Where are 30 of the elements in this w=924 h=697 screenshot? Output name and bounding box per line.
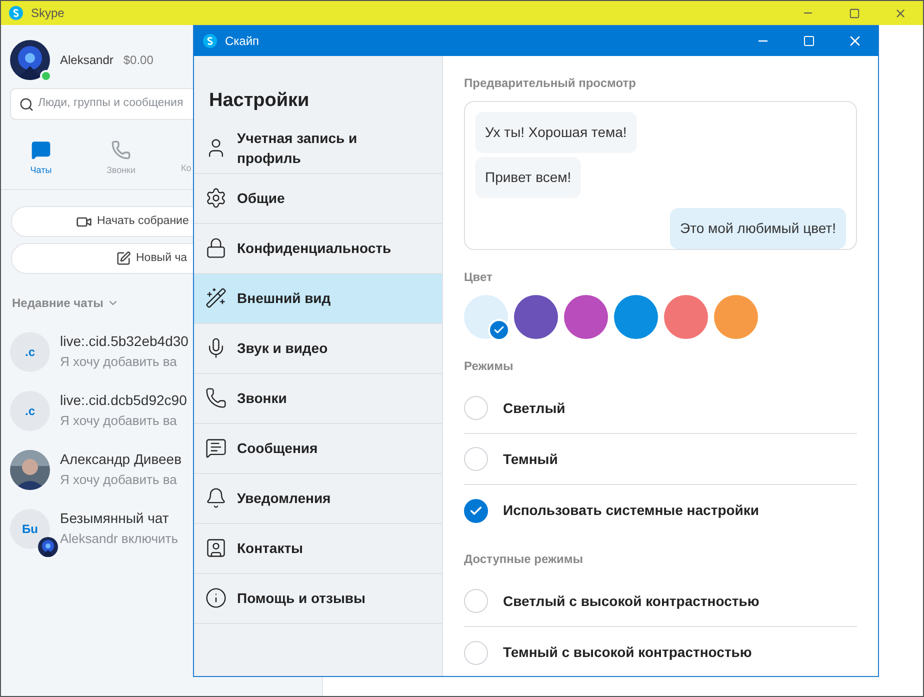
section-header: Режимы	[464, 358, 514, 375]
section-header: Предварительный просмотр	[464, 75, 637, 92]
dialog-title: Скайп	[225, 33, 260, 50]
section-header: Доступные режимы	[464, 551, 584, 568]
chat-name: live:.cid.5b32eb4d30	[60, 332, 188, 352]
message-bubble: Привет всем!	[475, 157, 582, 198]
chat-name: live:.cid.dcb5d92c90	[60, 391, 187, 410]
message-bubble: Это мой любимый цвет!	[670, 208, 846, 249]
chat-preview: Я хочу добавить ва	[60, 412, 178, 430]
mode-label: Темный	[503, 450, 558, 468]
mode-label: Светлый с высокой контрастностью	[503, 592, 760, 611]
chat-preview: Aleksandr включить	[60, 530, 178, 548]
initials-avatar: .c	[10, 332, 50, 372]
chat-preview: Я хочу добавить ва	[60, 353, 178, 372]
section-header: Недавние чаты	[12, 295, 104, 312]
balance: $0.00	[123, 52, 154, 69]
chat-preview: Я хочу добавить ва	[60, 471, 178, 490]
search-placeholder: Люди, группы и сообщения	[38, 96, 184, 112]
chat-name: Безымянный чат	[60, 509, 170, 528]
section-header: Цвет	[464, 269, 494, 286]
message-bubble: Ух ты! Хорошая тема!	[475, 112, 637, 153]
window-title: Skype	[31, 5, 64, 22]
chat-name: Александр Дивеев	[60, 450, 182, 470]
mode-label: Темный с высокой контрастностью	[503, 643, 752, 662]
initials-avatar: .c	[10, 390, 50, 430]
mode-label: Использовать системные настройки	[503, 501, 760, 520]
mode-label: Светлый	[503, 398, 566, 418]
initials-avatar: Бu	[10, 508, 50, 548]
profile-name: Aleksandr	[60, 52, 114, 69]
settings-heading: Настройки	[208, 89, 310, 113]
